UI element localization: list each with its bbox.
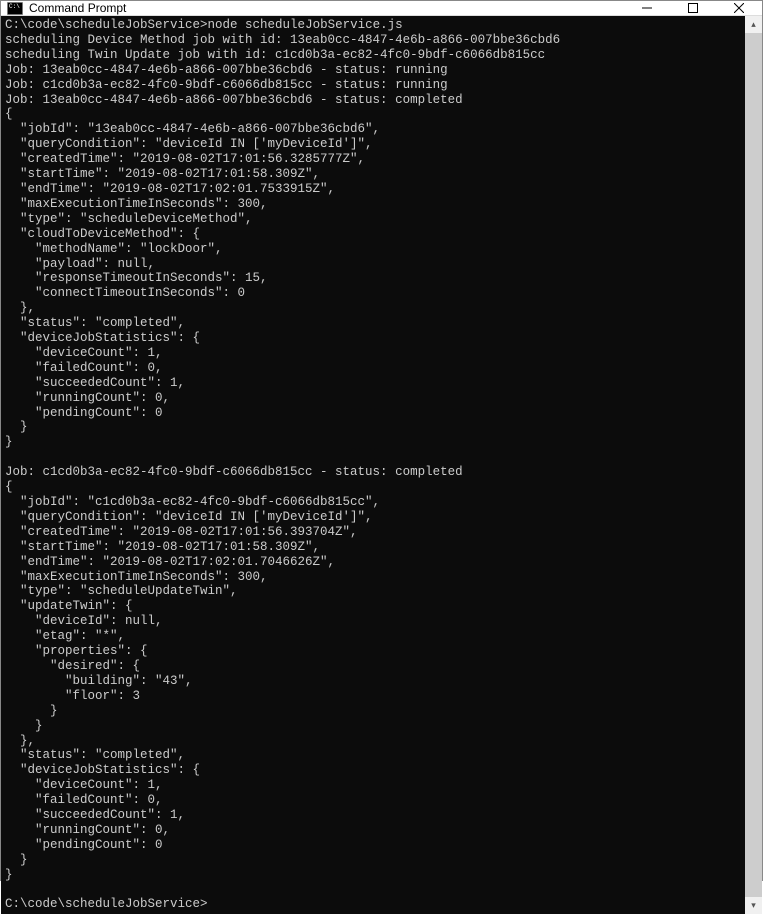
command-text: node scheduleJobService.js <box>208 18 403 32</box>
output-json: { "jobId": "c1cd0b3a-ec82-4fc0-9bdf-c606… <box>5 480 380 882</box>
output-line: scheduling Device Method job with id: 13… <box>5 33 560 47</box>
window-icon <box>1 2 29 15</box>
cmd-icon <box>7 2 23 15</box>
console-area: C:\code\scheduleJobService>node schedule… <box>1 16 762 914</box>
close-button[interactable] <box>716 1 762 15</box>
output-line: Job: c1cd0b3a-ec82-4fc0-9bdf-c6066db815c… <box>5 78 448 92</box>
terminal-output[interactable]: C:\code\scheduleJobService>node schedule… <box>1 16 745 914</box>
scroll-thumb[interactable] <box>745 33 762 897</box>
window-titlebar[interactable]: Command Prompt <box>1 1 762 16</box>
output-line: Job: c1cd0b3a-ec82-4fc0-9bdf-c6066db815c… <box>5 465 463 479</box>
output-line: Job: 13eab0cc-4847-4e6b-a866-007bbe36cbd… <box>5 63 448 77</box>
maximize-button[interactable] <box>670 1 716 15</box>
minimize-button[interactable] <box>624 1 670 15</box>
prompt: C:\code\scheduleJobService> <box>5 897 208 911</box>
output-line: scheduling Twin Update job with id: c1cd… <box>5 48 545 62</box>
output-json: { "jobId": "13eab0cc-4847-4e6b-a866-007b… <box>5 107 380 449</box>
close-icon <box>734 3 744 13</box>
output-line: Job: 13eab0cc-4847-4e6b-a866-007bbe36cbd… <box>5 93 463 107</box>
scroll-down-arrow[interactable]: ▾ <box>745 897 762 914</box>
maximize-icon <box>688 3 698 13</box>
scroll-track[interactable] <box>745 33 762 897</box>
window-controls <box>624 1 762 15</box>
window-title: Command Prompt <box>29 1 624 15</box>
minimize-icon <box>642 3 652 13</box>
scroll-up-arrow[interactable]: ▴ <box>745 16 762 33</box>
vertical-scrollbar[interactable]: ▴ ▾ <box>745 16 762 914</box>
prompt: C:\code\scheduleJobService> <box>5 18 208 32</box>
